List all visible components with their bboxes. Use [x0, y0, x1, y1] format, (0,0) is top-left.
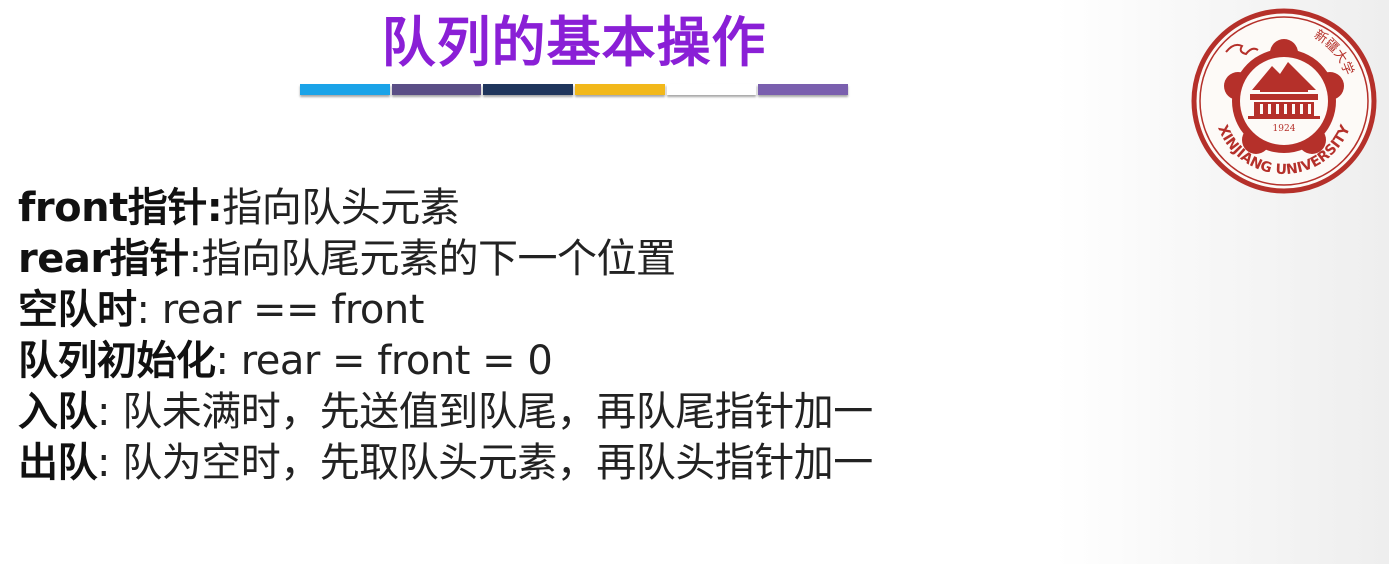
xinjiang-university-logo: 1924 XINJIANG UNIVERSITY 新疆大学	[1180, 4, 1388, 194]
slide-title: 队列的基本操作	[381, 11, 767, 74]
underline-segment-5	[666, 84, 757, 95]
line-label: 空队时	[18, 287, 137, 333]
content-line-enqueue: 入队: 队未满时，先送值到队尾，再队尾指针加一	[18, 387, 1098, 438]
line-text: :指向队尾元素的下一个位置	[188, 236, 676, 282]
content-line-queue-init: 队列初始化: rear = front = 0	[18, 336, 1098, 387]
line-label: rear指针	[18, 236, 189, 282]
line-label: front指针:	[18, 185, 223, 231]
underline-segment-4	[575, 84, 665, 95]
underline-segment-1	[300, 84, 390, 95]
line-label: 队列初始化	[18, 338, 216, 384]
content-line-empty-queue: 空队时: rear == front	[18, 285, 1098, 336]
content-line-dequeue: 出队: 队为空时，先取队头元素，再队头指针加一	[18, 438, 1098, 489]
logo-year: 1924	[1273, 124, 1296, 134]
content-line-rear-pointer: rear指针:指向队尾元素的下一个位置	[18, 234, 1098, 285]
university-seal-icon: 1924 XINJIANG UNIVERSITY 新疆大学	[1191, 8, 1377, 194]
line-text: 指向队头元素	[222, 185, 460, 231]
line-text: : rear == front	[136, 287, 425, 333]
line-label: 出队	[18, 440, 98, 486]
title-underline	[300, 84, 849, 95]
underline-segment-6	[758, 84, 849, 95]
slide-body: front指针:指向队头元素 rear指针:指向队尾元素的下一个位置 空队时: …	[18, 183, 1098, 489]
content-line-front-pointer: front指针:指向队头元素	[18, 183, 1098, 234]
underline-segment-2	[391, 84, 482, 95]
line-label: 入队	[18, 389, 98, 435]
line-text: : rear = front = 0	[215, 338, 553, 384]
underline-segment-3	[483, 84, 574, 95]
line-text: : 队为空时，先取队头元素，再队头指针加一	[97, 440, 873, 486]
line-text: : 队未满时，先送值到队尾，再队尾指针加一	[97, 389, 873, 435]
